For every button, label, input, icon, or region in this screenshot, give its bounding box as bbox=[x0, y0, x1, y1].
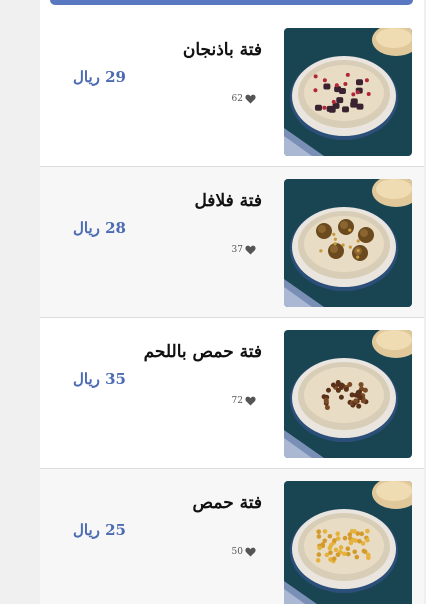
item-price: 29 ريال bbox=[73, 68, 126, 86]
item-image[interactable] bbox=[284, 481, 412, 604]
heart-icon bbox=[245, 547, 256, 557]
likes-count: 72 bbox=[231, 396, 243, 406]
heart-icon bbox=[245, 396, 256, 406]
category-header-bar bbox=[50, 0, 413, 5]
heart-icon bbox=[245, 245, 256, 255]
menu-item-fatteh-falafel[interactable]: فتة فلافل 28 ريال 37 bbox=[40, 167, 424, 318]
menu-page: فتة باذنجان 29 ريال 62 فتة فلافل 28 ريال… bbox=[0, 0, 426, 604]
item-image[interactable] bbox=[284, 179, 412, 307]
likes-count: 62 bbox=[231, 94, 243, 104]
item-price: 25 ريال bbox=[73, 521, 126, 539]
likes-count: 50 bbox=[231, 547, 243, 557]
item-name: فتة حمص bbox=[192, 493, 262, 513]
food-photo bbox=[284, 28, 412, 156]
menu-item-fatteh-hummus-meat[interactable]: فتة حمص باللحم 35 ريال 72 bbox=[40, 318, 424, 469]
food-photo bbox=[284, 481, 412, 604]
heart-icon bbox=[245, 94, 256, 104]
item-image[interactable] bbox=[284, 330, 412, 458]
item-likes[interactable]: 72 bbox=[232, 396, 256, 406]
food-photo bbox=[284, 179, 412, 307]
menu-item-fatteh-eggplant[interactable]: فتة باذنجان 29 ريال 62 bbox=[40, 16, 424, 167]
food-photo bbox=[284, 330, 412, 458]
item-likes[interactable]: 50 bbox=[232, 547, 256, 557]
menu-list: فتة باذنجان 29 ريال 62 فتة فلافل 28 ريال… bbox=[40, 0, 424, 604]
item-image[interactable] bbox=[284, 28, 412, 156]
item-name: فتة باذنجان bbox=[182, 40, 262, 60]
item-likes[interactable]: 62 bbox=[232, 94, 256, 104]
item-price: 35 ريال bbox=[73, 370, 126, 388]
likes-count: 37 bbox=[231, 245, 243, 255]
item-likes[interactable]: 37 bbox=[232, 245, 256, 255]
item-price: 28 ريال bbox=[73, 219, 126, 237]
item-name: فتة فلافل bbox=[194, 191, 262, 211]
item-name: فتة حمص باللحم bbox=[143, 342, 262, 362]
menu-item-fatteh-hummus[interactable]: فتة حمص 25 ريال 50 bbox=[40, 469, 424, 604]
